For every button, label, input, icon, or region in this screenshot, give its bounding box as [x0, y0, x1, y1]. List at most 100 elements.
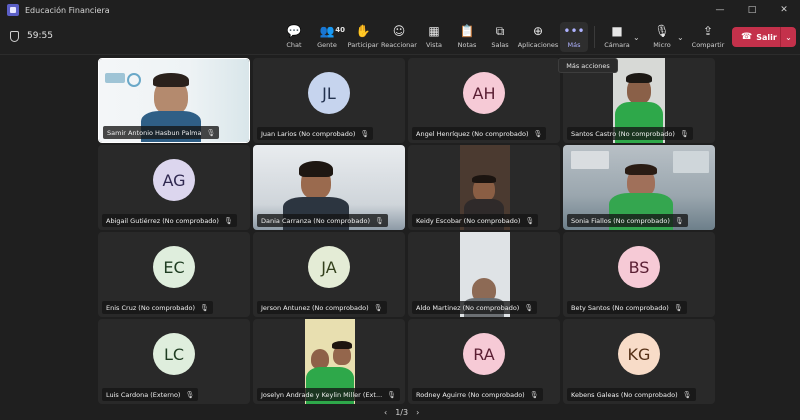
- mic-off-icon: 🎙: [185, 390, 195, 399]
- wall-poster: [673, 151, 709, 173]
- person-hair: [625, 164, 657, 175]
- avatar: BS: [618, 246, 660, 288]
- participant-tile[interactable]: Joselyn Andrade y Keylin Miller (Ext... 🎙: [253, 319, 405, 404]
- toolbar-divider: [594, 26, 595, 48]
- view-button[interactable]: ▦ Vista: [418, 22, 450, 52]
- mic-off-icon: 🎙: [674, 216, 684, 225]
- next-page-chevron-icon[interactable]: ›: [416, 408, 419, 417]
- participant-tile[interactable]: KG Kebens Galeas (No comprobado) 🎙: [563, 319, 715, 404]
- participant-name-label: Kebens Galeas (No comprobado) 🎙: [567, 388, 696, 401]
- mic-off-icon: 🎙: [206, 128, 216, 137]
- participant-name-label: Bety Santos (No comprobado) 🎙: [567, 301, 687, 314]
- participant-tile[interactable]: Keidy Escobar (No comprobado) 🎙: [408, 145, 560, 230]
- close-button[interactable]: ✕: [768, 0, 800, 20]
- camera-options-chevron-icon[interactable]: ⌄: [633, 22, 647, 52]
- mic-off-icon: 🎙: [373, 303, 383, 312]
- more-icon: •••: [563, 24, 585, 38]
- participant-tile[interactable]: LC Luis Cardona (Externo) 🎙: [98, 319, 250, 404]
- participant-tile[interactable]: Aldo Martinez (No comprobado) 🎙: [408, 232, 560, 317]
- previous-page-chevron-icon[interactable]: ‹: [384, 408, 387, 417]
- person-hair: [153, 73, 189, 87]
- avatar: AH: [463, 72, 505, 114]
- participant-name-label: Keidy Escobar (No comprobado) 🎙: [412, 214, 539, 227]
- mic-off-icon: 🎙: [682, 390, 692, 399]
- participant-name-label: Enis Cruz (No comprobado) 🎙: [102, 301, 213, 314]
- people-icon: 👥: [319, 24, 335, 38]
- wall-poster: [571, 151, 609, 169]
- mic-off-icon: 🎙: [673, 303, 683, 312]
- leave-button[interactable]: ☎ Salir ⌄: [732, 27, 796, 47]
- participant-tile[interactable]: JL Juan Larios (No comprobado) 🎙: [253, 58, 405, 143]
- rooms-button[interactable]: ⧉ Salas: [484, 22, 516, 52]
- participant-name-label: Jerson Antunez (No comprobado) 🎙: [257, 301, 387, 314]
- notes-button[interactable]: 📋 Notas: [450, 22, 484, 52]
- participant-name-label: Luis Cardona (Externo) 🎙: [102, 388, 199, 401]
- mic-off-icon: 🎙: [679, 129, 689, 138]
- teams-logo-icon: [7, 4, 19, 16]
- share-icon: ⇪: [702, 24, 714, 38]
- participant-tile[interactable]: AG Abigail Gutiérrez (No comprobado) 🎙: [98, 145, 250, 230]
- people-button[interactable]: 👥 40 Gente: [308, 22, 346, 52]
- person-hair: [472, 175, 496, 183]
- mic-off-icon: 🎙: [529, 390, 539, 399]
- participant-name-label: Abigail Gutiérrez (No comprobado) 🎙: [102, 214, 237, 227]
- title-bar: Educación Financiera — □ ✕: [0, 0, 800, 20]
- maximize-button[interactable]: □: [736, 0, 768, 20]
- gallery-pagination: ‹ 1/3 ›: [384, 408, 419, 417]
- logo-icon: [105, 73, 125, 83]
- person-hair: [626, 73, 652, 83]
- meeting-timer: 59:55: [27, 31, 53, 41]
- participant-tile[interactable]: Sonia Fiallos (No comprobado) 🎙: [563, 145, 715, 230]
- minimize-button[interactable]: —: [704, 0, 736, 20]
- window-title: Educación Financiera: [25, 5, 110, 15]
- participant-tile[interactable]: AH Angel Henríquez (No comprobado) 🎙: [408, 58, 560, 143]
- participant-tile[interactable]: RA Rodney Aguirre (No comprobado) 🎙: [408, 319, 560, 404]
- chat-button[interactable]: 💬 Chat: [280, 22, 308, 52]
- avatar: KG: [618, 333, 660, 375]
- hand-icon: ✋: [355, 24, 371, 38]
- mic-button[interactable]: 🎙 Micro: [647, 22, 677, 52]
- raise-hand-button[interactable]: ✋ Participar: [346, 22, 380, 52]
- mic-off-icon: 🎙: [525, 216, 535, 225]
- grid-icon: ▦: [428, 24, 440, 38]
- mic-off-icon: 🎙: [200, 303, 209, 312]
- avatar: AG: [153, 159, 195, 201]
- mic-off-icon: 🎙: [360, 129, 370, 138]
- participant-name-label: Angel Henríquez (No comprobado) 🎙: [412, 127, 547, 140]
- participant-tile[interactable]: Samir Antonio Hasbun Palma 🎙: [98, 58, 250, 143]
- page-indicator: 1/3: [395, 408, 409, 417]
- participant-name-label: Dania Carranza (No comprobado) 🎙: [257, 214, 388, 227]
- notes-icon: 📋: [459, 24, 475, 38]
- more-actions-button[interactable]: ••• Más: [560, 22, 588, 52]
- mic-off-icon: 🎙: [533, 129, 543, 138]
- mic-options-chevron-icon[interactable]: ⌄: [677, 22, 691, 52]
- camera-button[interactable]: ■ Cámara: [601, 22, 633, 52]
- camera-icon: ■: [611, 24, 623, 38]
- participant-tile[interactable]: EC Enis Cruz (No comprobado) 🎙: [98, 232, 250, 317]
- logo-icon: [127, 73, 141, 87]
- participant-tile[interactable]: Dania Carranza (No comprobado) 🎙: [253, 145, 405, 230]
- participant-name-label: Aldo Martinez (No comprobado) 🎙: [412, 301, 538, 314]
- smile-icon: ☺: [392, 24, 406, 38]
- people-count: 40: [335, 26, 345, 34]
- avatar: JL: [308, 72, 350, 114]
- shield-icon: [10, 31, 19, 42]
- leave-options-chevron-icon[interactable]: ⌄: [780, 27, 796, 47]
- person-head: [311, 349, 329, 369]
- participant-name-label: Santos Castro (No comprobado) 🎙: [567, 127, 693, 140]
- participant-tile[interactable]: JA Jerson Antunez (No comprobado) 🎙: [253, 232, 405, 317]
- mic-off-icon: 🎙: [374, 216, 384, 225]
- participant-name-label: Juan Larios (No comprobado) 🎙: [257, 127, 374, 140]
- participant-tile[interactable]: BS Bety Santos (No comprobado) 🎙: [563, 232, 715, 317]
- avatar: RA: [463, 333, 505, 375]
- react-button[interactable]: ☺ Reaccionar: [380, 22, 418, 52]
- mic-off-icon: 🎙: [223, 216, 233, 225]
- mic-off-icon: 🎙: [524, 303, 534, 312]
- meeting-toolbar: 59:55 💬 Chat 👥 40 Gente ✋ Participar ☺ R…: [0, 20, 800, 55]
- phone-icon: ☎: [741, 32, 753, 42]
- share-button[interactable]: ⇪ Compartir: [691, 22, 725, 52]
- mic-icon: 🎙: [654, 24, 670, 38]
- chat-icon: 💬: [286, 24, 302, 38]
- apps-button[interactable]: ⊕ Aplicaciones: [516, 22, 560, 52]
- avatar: EC: [153, 246, 195, 288]
